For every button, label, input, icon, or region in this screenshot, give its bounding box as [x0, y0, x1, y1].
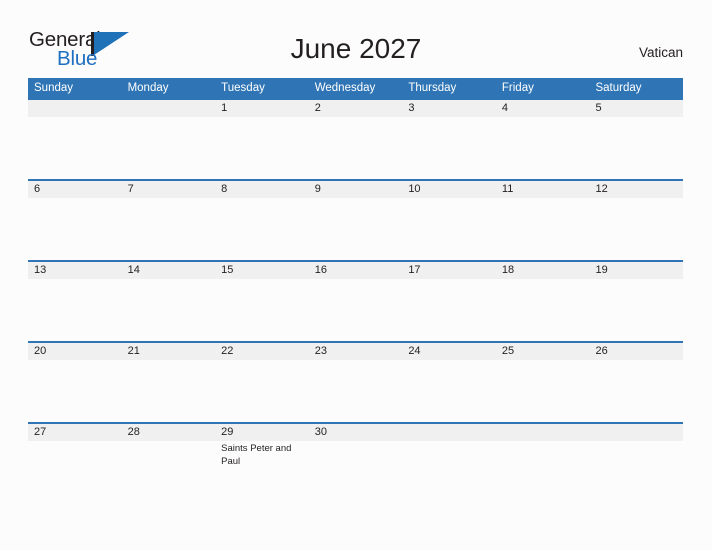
day-number[interactable]: 17	[402, 262, 496, 279]
day-cell[interactable]	[589, 117, 683, 179]
day-number[interactable]: 30	[309, 424, 403, 441]
week-date-band: 1 2 3 4 5	[28, 98, 683, 117]
day-cell[interactable]	[28, 279, 122, 341]
day-number[interactable]: 29	[215, 424, 309, 441]
day-number[interactable]: 27	[28, 424, 122, 441]
day-cell[interactable]	[496, 117, 590, 179]
day-number[interactable]: 18	[496, 262, 590, 279]
day-cell[interactable]: Saints Peter and Paul	[215, 441, 309, 503]
weekday-saturday: Saturday	[595, 82, 642, 94]
day-number[interactable]	[402, 424, 496, 441]
day-cell[interactable]	[309, 360, 403, 422]
day-number[interactable]: 26	[589, 343, 683, 360]
day-number[interactable]: 11	[496, 181, 590, 198]
day-number[interactable]: 1	[215, 100, 309, 117]
day-cell[interactable]	[122, 117, 216, 179]
day-number[interactable]: 9	[309, 181, 403, 198]
day-number[interactable]: 13	[28, 262, 122, 279]
day-number[interactable]: 7	[122, 181, 216, 198]
weekday-wednesday: Wednesday	[314, 82, 376, 94]
day-cell[interactable]	[402, 279, 496, 341]
calendar-page: General Blue June 2027 Vatican Sunday Mo…	[0, 0, 712, 550]
week-row: 27 28 29 30 Saints Peter and Paul	[28, 422, 683, 503]
day-number[interactable]	[122, 100, 216, 117]
day-number[interactable]: 28	[122, 424, 216, 441]
weekday-friday: Friday	[501, 82, 534, 94]
day-cell[interactable]	[309, 198, 403, 260]
weekday-header-row: Sunday Monday Tuesday Wednesday Thursday…	[28, 78, 683, 98]
day-cell[interactable]	[589, 279, 683, 341]
day-number[interactable]: 12	[589, 181, 683, 198]
weekday-tuesday: Tuesday	[221, 82, 265, 94]
week-date-band: 20 21 22 23 24 25 26	[28, 341, 683, 360]
day-number[interactable]: 21	[122, 343, 216, 360]
day-cell[interactable]	[309, 279, 403, 341]
day-cell[interactable]	[402, 198, 496, 260]
day-cell[interactable]	[402, 441, 496, 503]
day-number[interactable]: 3	[402, 100, 496, 117]
calendar-grid: Sunday Monday Tuesday Wednesday Thursday…	[28, 78, 683, 503]
day-number[interactable]: 23	[309, 343, 403, 360]
day-event: Saints Peter and Paul	[221, 443, 292, 467]
day-number[interactable]: 14	[122, 262, 216, 279]
day-number[interactable]: 22	[215, 343, 309, 360]
day-number[interactable]: 15	[215, 262, 309, 279]
day-number[interactable]	[496, 424, 590, 441]
day-number[interactable]: 6	[28, 181, 122, 198]
week-event-band: Saints Peter and Paul	[28, 441, 683, 503]
day-cell[interactable]	[215, 279, 309, 341]
week-row: 1 2 3 4 5	[28, 98, 683, 179]
day-number[interactable]: 20	[28, 343, 122, 360]
day-cell[interactable]	[589, 360, 683, 422]
day-cell[interactable]	[28, 198, 122, 260]
day-number[interactable]	[28, 100, 122, 117]
week-row: 13 14 15 16 17 18 19	[28, 260, 683, 341]
week-event-band	[28, 279, 683, 341]
week-event-band	[28, 360, 683, 422]
day-cell[interactable]	[496, 441, 590, 503]
day-number[interactable]: 8	[215, 181, 309, 198]
day-cell[interactable]	[309, 117, 403, 179]
day-cell[interactable]	[589, 441, 683, 503]
day-cell[interactable]	[589, 198, 683, 260]
day-cell[interactable]	[28, 441, 122, 503]
day-number[interactable]: 19	[589, 262, 683, 279]
day-number[interactable]: 5	[589, 100, 683, 117]
page-title: June 2027	[290, 33, 422, 64]
day-cell[interactable]	[28, 360, 122, 422]
week-date-band: 13 14 15 16 17 18 19	[28, 260, 683, 279]
day-cell[interactable]	[496, 279, 590, 341]
week-event-band	[28, 117, 683, 179]
weekday-thursday: Thursday	[408, 82, 457, 94]
day-cell[interactable]	[122, 360, 216, 422]
day-number[interactable]: 10	[402, 181, 496, 198]
day-cell[interactable]	[496, 360, 590, 422]
day-cell[interactable]	[309, 441, 403, 503]
day-cell[interactable]	[402, 117, 496, 179]
day-cell[interactable]	[28, 117, 122, 179]
region-label: Vatican	[638, 45, 683, 60]
day-cell[interactable]	[215, 360, 309, 422]
day-number[interactable]: 24	[402, 343, 496, 360]
day-cell[interactable]	[122, 441, 216, 503]
day-number[interactable]: 4	[496, 100, 590, 117]
weekday-sunday: Sunday	[34, 82, 74, 94]
weekday-monday: Monday	[127, 82, 169, 94]
week-row: 20 21 22 23 24 25 26	[28, 341, 683, 422]
week-date-band: 6 7 8 9 10 11 12	[28, 179, 683, 198]
day-number[interactable]: 2	[309, 100, 403, 117]
day-cell[interactable]	[496, 198, 590, 260]
day-cell[interactable]	[122, 198, 216, 260]
day-cell[interactable]	[215, 198, 309, 260]
day-cell[interactable]	[215, 117, 309, 179]
page-header: General Blue June 2027 Vatican	[0, 0, 712, 78]
week-event-band	[28, 198, 683, 260]
week-row: 6 7 8 9 10 11 12	[28, 179, 683, 260]
day-cell[interactable]	[122, 279, 216, 341]
day-number[interactable]	[589, 424, 683, 441]
day-cell[interactable]	[402, 360, 496, 422]
week-date-band: 27 28 29 30	[28, 422, 683, 441]
day-number[interactable]: 16	[309, 262, 403, 279]
day-number[interactable]: 25	[496, 343, 590, 360]
